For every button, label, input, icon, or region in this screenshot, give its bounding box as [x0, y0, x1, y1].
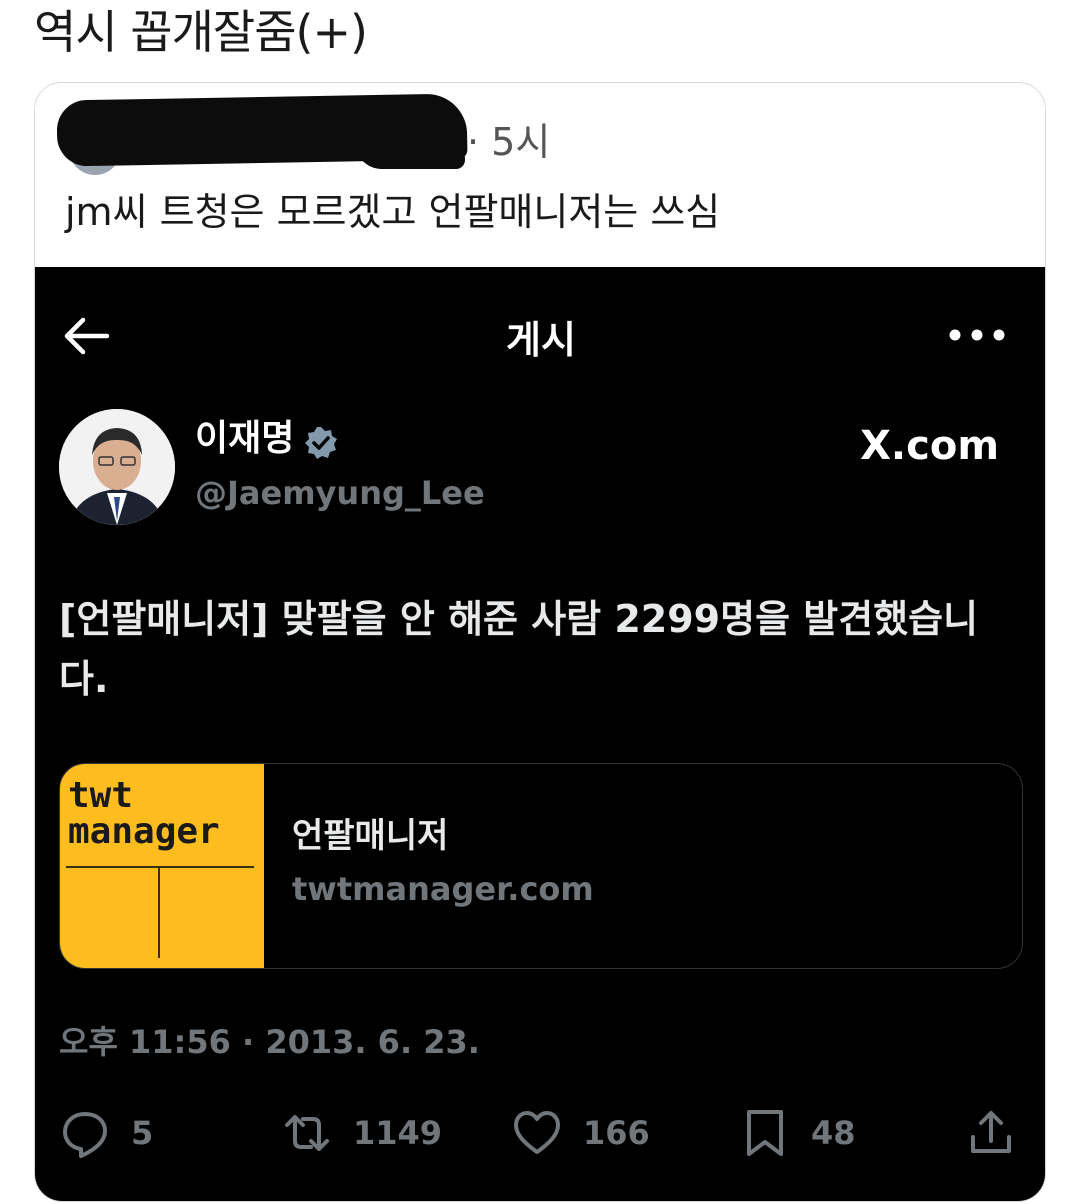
link-thumbnail: twt manager: [60, 764, 264, 968]
thumbnail-divider: [66, 866, 254, 868]
thumbnail-divider: [158, 868, 160, 958]
reply-icon: [63, 1112, 107, 1158]
retweet-button[interactable]: 1149: [281, 1103, 442, 1163]
tweet-text: [언팔매니저] 맞팔을 안 해준 사람 2299명을 발견했습니다.: [59, 597, 979, 701]
reply-count: 5: [131, 1114, 154, 1152]
verified-icon: [305, 427, 337, 459]
top-bar: 게시: [35, 267, 1045, 407]
comment-header: · 5시 jm씨 트청은 모르겠고 언팔매니저는 쓰심: [35, 83, 1045, 267]
redaction-mark: [355, 133, 465, 169]
bookmark-button[interactable]: 48: [739, 1103, 856, 1163]
more-icon[interactable]: [947, 327, 1007, 343]
thumbnail-logo: twt manager: [68, 775, 220, 852]
portrait-image: [59, 409, 175, 525]
link-domain: twtmanager.com: [292, 870, 594, 908]
retweet-icon: [285, 1115, 329, 1151]
action-bar: 5 1149 166 48: [35, 1103, 1045, 1163]
bookmark-icon: [747, 1110, 783, 1156]
like-button[interactable]: 166: [511, 1103, 650, 1163]
bookmark-count: 48: [811, 1114, 856, 1152]
post-title: 역시 꼽개잘줌(+): [34, 5, 368, 59]
tweet-timestamp[interactable]: 오후 11:56 · 2013. 6. 23.: [59, 1017, 480, 1063]
like-count: 166: [583, 1114, 650, 1152]
user-handle[interactable]: @Jaemyung_Lee: [195, 471, 485, 515]
page-title: 게시: [506, 318, 576, 362]
site-brand: X.com: [860, 423, 999, 469]
share-button[interactable]: [965, 1103, 1017, 1163]
comment-card: · 5시 jm씨 트청은 모르겠고 언팔매니저는 쓰심 게시 이재명 @Jaem…: [34, 82, 1046, 1202]
embedded-screenshot: 게시 이재명 @Jaemyung_Lee X.com [언팔매니저] 맞팔을 안…: [35, 267, 1045, 1201]
share-icon: [971, 1111, 1011, 1153]
link-card[interactable]: twt manager 언팔매니저 twtmanager.com: [59, 763, 1023, 969]
retweet-count: 1149: [353, 1114, 443, 1152]
comment-time: · 5시: [467, 120, 551, 164]
profile-avatar[interactable]: [59, 409, 175, 525]
like-icon: [514, 1111, 560, 1154]
comment-text: jm씨 트청은 모르겠고 언팔매니저는 쓰심: [65, 190, 721, 234]
reply-button[interactable]: 5: [59, 1103, 153, 1163]
link-title: 언팔매니저: [292, 816, 449, 856]
user-name[interactable]: 이재명: [195, 417, 294, 461]
